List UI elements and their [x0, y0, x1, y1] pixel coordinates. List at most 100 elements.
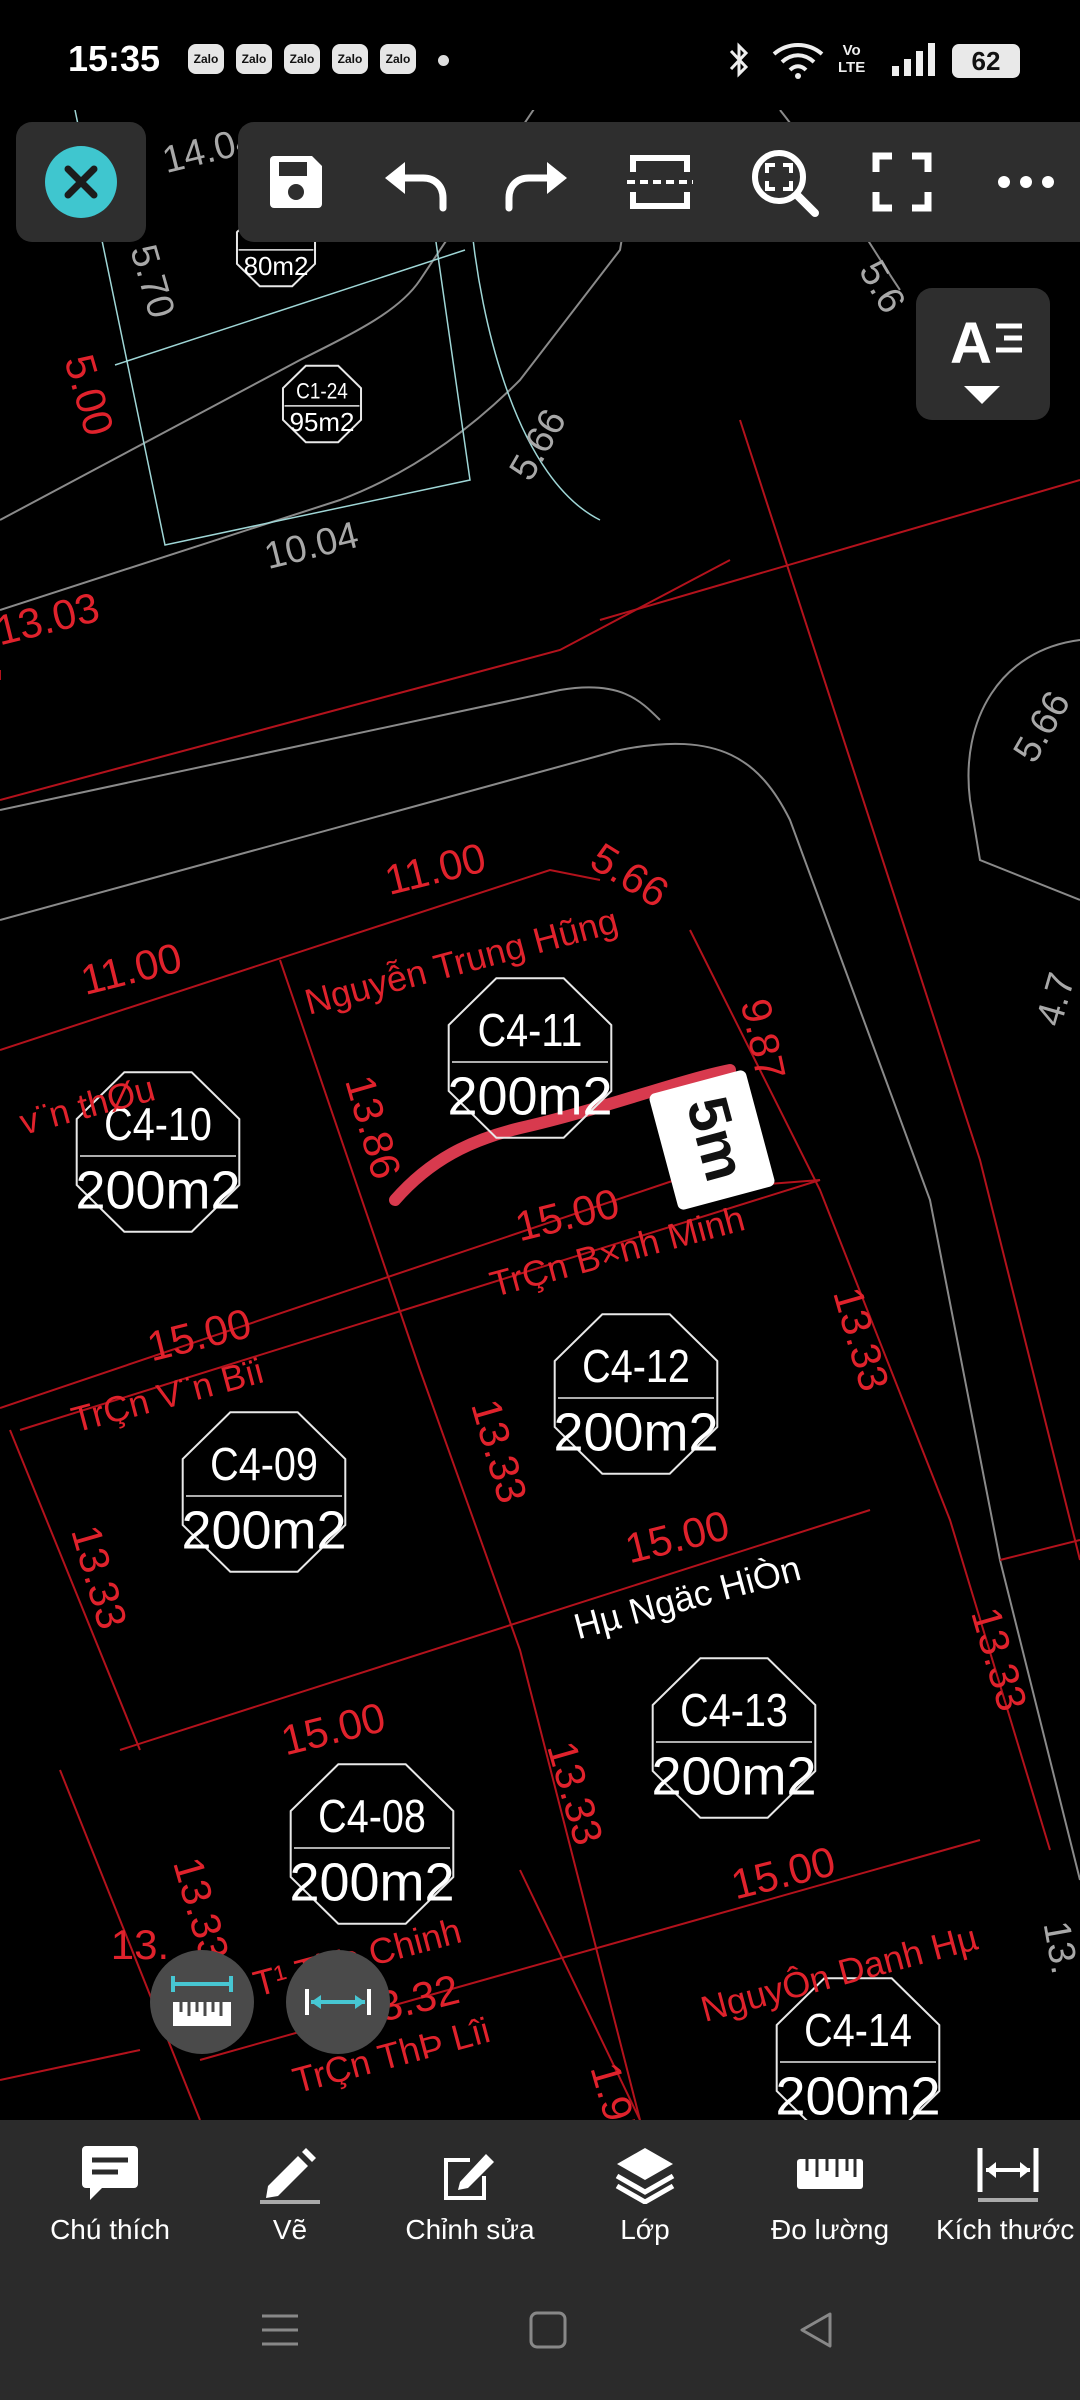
- dimension-label: 13.: [111, 1921, 169, 1968]
- ruler-icon: [797, 2159, 863, 2189]
- zalo-notification-icon: Zalo: [236, 44, 272, 74]
- dimension-icon: [977, 2148, 1039, 2202]
- lot-area: 80m2: [244, 253, 309, 281]
- signal-icon: [892, 43, 935, 76]
- system-nav-bar: [0, 2260, 1080, 2400]
- lot-marker: C4-12 200m2: [553, 1313, 719, 1475]
- dimension-label: 13.33: [824, 1282, 898, 1396]
- bluetooth-icon: [729, 42, 749, 78]
- dimension-label: 15.00: [620, 1501, 733, 1572]
- bottom-item-dimension[interactable]: Kích thước: [930, 2120, 1080, 2260]
- save-button[interactable]: [256, 142, 336, 222]
- zalo-notification-icon: Zalo: [284, 44, 320, 74]
- layers-icon: [615, 2148, 675, 2204]
- lot-id: C4-08: [318, 1791, 426, 1842]
- dimension-label: 13.: [1035, 1918, 1080, 1977]
- text-lines-icon: [996, 323, 1022, 353]
- lot-area: 200m2: [553, 1402, 718, 1462]
- zoom-fit-icon: [752, 150, 819, 217]
- redo-button[interactable]: [496, 142, 576, 222]
- text-style-button[interactable]: A: [916, 288, 1050, 420]
- recent-apps-button[interactable]: [250, 2300, 310, 2360]
- status-time: 15:35: [68, 38, 161, 79]
- bottom-label-comment: Chú thích: [50, 2214, 170, 2245]
- battery-icon: 62: [952, 44, 1020, 78]
- dimension-label: 11.00: [76, 934, 186, 1004]
- dimension-label: 5.66: [502, 402, 575, 487]
- lot-id: C4-13: [680, 1685, 788, 1736]
- measure-distance-button[interactable]: [286, 1950, 390, 2054]
- close-icon: [45, 146, 117, 218]
- close-button[interactable]: [16, 122, 146, 242]
- volte-indicator: Vo LTE: [838, 42, 865, 76]
- wifi-icon: [772, 43, 824, 79]
- bottom-toolbar: Chú thích Vẽ Chỉnh sửa Lớp Đo lường Kích…: [0, 2120, 1080, 2260]
- lot-markers: C4-11200m2C4-10200m2C4-12200m2C4-09200m2…: [75, 208, 941, 2120]
- bottom-item-layers[interactable]: Lớp: [570, 2120, 720, 2260]
- dimension-label: 13.33: [164, 1852, 238, 1966]
- more-icon: [998, 176, 1054, 188]
- dimension-label: 1.95: [581, 2057, 649, 2120]
- ruler-area-icon: [171, 1976, 233, 2026]
- dimension-label: 15.00: [276, 1693, 389, 1764]
- lot-marker: C4-08 200m2: [289, 1763, 455, 1925]
- bottom-label-measure: Đo lường: [770, 2214, 890, 2245]
- bottom-item-draw[interactable]: Vẽ: [220, 2120, 360, 2260]
- more-button[interactable]: [986, 142, 1066, 222]
- lot-id: C4-14: [804, 2005, 912, 2056]
- dimension-label: 13.03: [0, 583, 104, 654]
- ruler-area-button[interactable]: [150, 1950, 254, 2054]
- lot-area: 200m2: [651, 1746, 816, 1806]
- owner-label: Nguyễn Trung Hũng: [300, 900, 622, 1023]
- annotation-5m[interactable]: 5m: [648, 1069, 776, 1211]
- bottom-item-edit[interactable]: Chỉnh sửa: [380, 2120, 560, 2260]
- chevron-down-icon: [964, 386, 1000, 404]
- lot-id: C1-24: [296, 379, 348, 404]
- owner-label: Hµ Ngäc HiÒn: [569, 1547, 804, 1647]
- lot-marker: C4-13 200m2: [651, 1657, 817, 1819]
- dimension-label: 15.00: [726, 1837, 839, 1908]
- lot-id: C4-12: [582, 1341, 690, 1392]
- lot-marker: C4-09 200m2: [181, 1411, 347, 1573]
- dimension-label: 5.66: [1006, 684, 1079, 769]
- dimension-label: 13.86: [336, 1070, 410, 1184]
- fullscreen-button[interactable]: [862, 142, 942, 222]
- zalo-notification-icon: Zalo: [332, 44, 368, 74]
- section-icon: [627, 155, 693, 209]
- dimension-label: 5.00: [55, 349, 123, 441]
- bottom-label-draw: Vẽ: [272, 2214, 308, 2245]
- lot-area: 200m2: [75, 1160, 240, 1220]
- bottom-label-layers: Lớp: [620, 2214, 670, 2245]
- redo-icon: [505, 162, 567, 212]
- home-icon: [529, 2311, 567, 2349]
- section-view-button[interactable]: [620, 142, 700, 222]
- lot-area: 200m2: [775, 2066, 940, 2120]
- bottom-item-comment[interactable]: Chú thích: [20, 2120, 200, 2260]
- edit-icon: [444, 2154, 494, 2200]
- status-bar: 15:35 Zalo Zalo Zalo Zalo Zalo Vo LTE 62: [0, 0, 1080, 110]
- back-icon: [800, 2312, 832, 2348]
- text-style-label: A: [950, 311, 992, 376]
- menu-icon: [262, 2314, 298, 2346]
- top-toolbar: [238, 122, 1080, 242]
- home-button[interactable]: [518, 2300, 578, 2360]
- dimension-label: 13.33: [62, 1520, 136, 1634]
- lot-marker: C4-11 200m2: [447, 977, 613, 1139]
- back-button[interactable]: [786, 2300, 846, 2360]
- fullscreen-icon: [872, 152, 932, 212]
- comment-icon: [82, 2146, 138, 2200]
- lot-area: 200m2: [181, 1500, 346, 1560]
- dimension-label: 11.00: [380, 834, 490, 904]
- lot-id: C4-09: [210, 1439, 318, 1490]
- undo-button[interactable]: [376, 142, 456, 222]
- undo-icon: [385, 162, 447, 212]
- lot-marker: C1-24 95m2: [281, 364, 363, 444]
- lot-id: C4-11: [478, 1005, 583, 1056]
- dimension-label: 5.70: [122, 240, 183, 323]
- zoom-fit-button[interactable]: [744, 142, 824, 222]
- bottom-item-measure[interactable]: Đo lường: [740, 2120, 920, 2260]
- pencil-icon: [260, 2148, 320, 2204]
- dimension-label: 13.33: [538, 1736, 612, 1850]
- lot-area: 200m2: [289, 1852, 454, 1912]
- dimension-label: 13.33: [462, 1394, 536, 1508]
